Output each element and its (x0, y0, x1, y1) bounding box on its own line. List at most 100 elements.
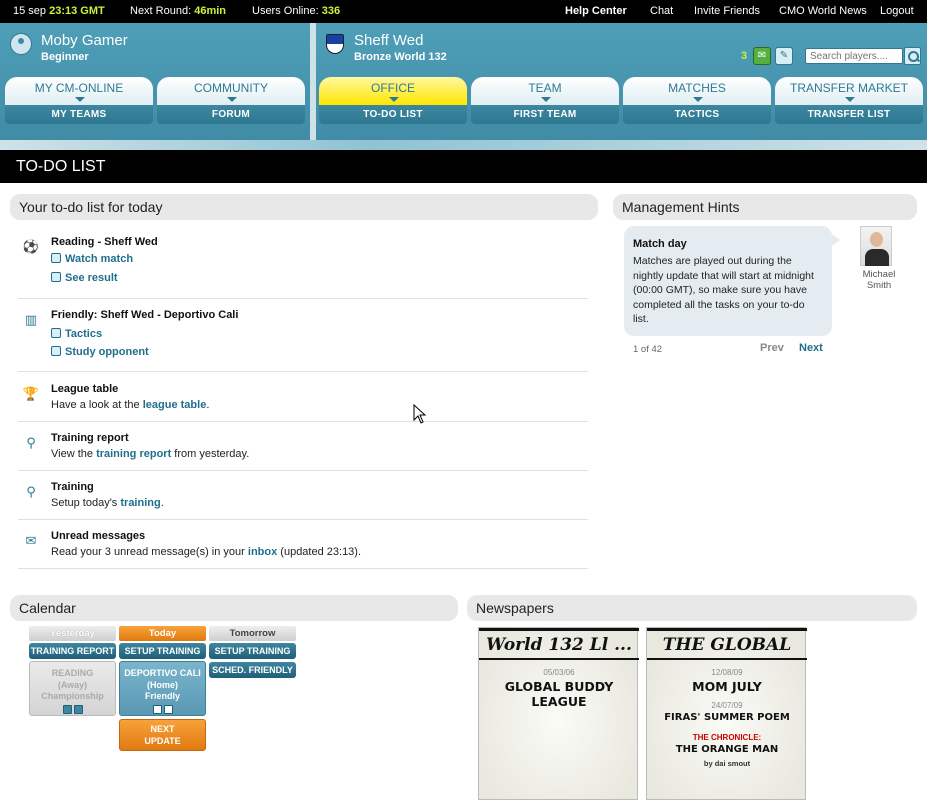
hint-body: Matches are played out during the nightl… (633, 255, 814, 325)
invite-friends-link[interactable]: Invite Friends (694, 5, 760, 17)
hint-pager: 1 of 42 (633, 344, 663, 355)
nav-tab-office[interactable]: OFFICE TO-DO LIST (319, 77, 467, 124)
newspaper-byline: by dai smout (703, 759, 751, 768)
cal-yesterday-match[interactable]: READING (Away) Championship (29, 661, 116, 716)
nav-tab-matches[interactable]: MATCHES TACTICS (623, 77, 771, 124)
calendar-heading: Calendar (10, 595, 458, 621)
result-icon (51, 272, 61, 282)
watch-match-link[interactable]: Watch match (51, 253, 133, 265)
todo-item-desc: Setup today's training. (51, 497, 164, 509)
newspaper-section: THE CHRONICLE: (692, 733, 762, 742)
training-report-link[interactable]: training report (96, 448, 171, 460)
newspaper-world132[interactable]: World 132 Ll ... 05/03/06 GLOBAL BUDDY L… (478, 627, 639, 800)
schedule-friendly-button[interactable]: SCHED. FRIENDLY (209, 662, 296, 678)
result-icon[interactable] (73, 704, 83, 714)
nav-subtab-transfer-list[interactable]: TRANSFER LIST (775, 105, 923, 124)
server-datetime: 15 sep 23:13 GMT (13, 5, 105, 17)
see-result-link[interactable]: See result (51, 272, 118, 284)
nav-tab-label[interactable]: TEAM (471, 77, 619, 105)
tv-icon (51, 253, 61, 263)
inbox-link[interactable]: inbox (248, 546, 277, 558)
training-icon: ⚲ (26, 484, 36, 499)
opponent-icon[interactable] (163, 704, 173, 714)
nav-tab-transfer-market[interactable]: TRANSFER MARKET TRANSFER LIST (775, 77, 923, 124)
mouse-cursor-icon (413, 404, 427, 424)
next-round: Next Round: 46min (130, 5, 227, 17)
opponent-icon (51, 346, 61, 356)
todo-item-desc: Read your 3 unread message(s) in your in… (51, 546, 362, 558)
cal-today-match[interactable]: DEPORTIVO CALI (Home) Friendly (119, 661, 206, 716)
nav-tab-my-cm-online[interactable]: MY CM-ONLINE MY TEAMS (5, 77, 153, 124)
user-rank: Beginner (41, 51, 89, 63)
cal-match-competition: Friendly (144, 691, 180, 701)
user-name[interactable]: Moby Gamer (41, 32, 128, 49)
club-shield-icon[interactable] (326, 34, 344, 54)
training-report-button[interactable]: TRAINING REPORT (29, 643, 116, 659)
nav-tab-community[interactable]: COMMUNITY FORUM (157, 77, 305, 124)
user-avatar-icon[interactable] (10, 33, 32, 55)
nav-subtab-tactics[interactable]: TACTICS (623, 105, 771, 124)
logout-link[interactable]: Logout (880, 5, 914, 17)
league-table-link[interactable]: league table (143, 399, 207, 411)
hints-heading: Management Hints (613, 194, 917, 220)
newspaper-masthead: THE GLOBAL (647, 628, 807, 660)
newspaper-headline: FIRAS' SUMMER POEM (664, 712, 790, 723)
setup-training-tomorrow-button[interactable]: SETUP TRAINING (209, 643, 296, 659)
search-players-input[interactable] (805, 48, 903, 64)
todo-item-unread-messages: ✉ Unread messages Read your 3 unread mes… (18, 530, 588, 569)
todo-item-title: League table (51, 383, 119, 395)
nav-tab-label[interactable]: MY CM-ONLINE (5, 77, 153, 105)
training-icon: ⚲ (26, 435, 36, 450)
top-status-bar: 15 sep 23:13 GMT Next Round: 46min Users… (0, 0, 927, 23)
hint-prev-button[interactable]: Prev (760, 342, 784, 354)
nav-tab-label[interactable]: MATCHES (623, 77, 771, 105)
cmo-world-news-link[interactable]: CMO World News (779, 5, 867, 17)
notes-icon[interactable]: ✎ (775, 47, 793, 65)
nav-tab-team[interactable]: TEAM FIRST TEAM (471, 77, 619, 124)
nav-tab-label[interactable]: TRANSFER MARKET (775, 77, 923, 105)
next-update-box: NEXT UPDATE (119, 719, 206, 751)
nav-subtab-to-do-list[interactable]: TO-DO LIST (319, 105, 467, 124)
help-center-link[interactable]: Help Center (565, 5, 627, 17)
page-title: TO-DO LIST (0, 150, 927, 183)
hint-title: Match day (633, 238, 687, 250)
todo-item-training: ⚲ Training Setup today's training. (18, 481, 588, 520)
hint-next-button[interactable]: Next (799, 342, 823, 354)
cal-col-tomorrow: Tomorrow (209, 626, 296, 641)
cal-match-opponent: DEPORTIVO CALI (124, 668, 201, 678)
nav-subtab-forum[interactable]: FORUM (157, 105, 305, 124)
newspaper-date: 05/03/06 (543, 668, 575, 677)
nav-tab-label[interactable]: OFFICE (319, 77, 467, 105)
hint-bubble: Match day Matches are played out during … (624, 226, 840, 336)
mail-icon[interactable]: ✉ (753, 47, 771, 65)
club-name[interactable]: Sheff Wed (354, 32, 424, 49)
newspaper-date: 24/07/09 (711, 701, 743, 710)
next-update-line1: NEXT (150, 724, 175, 734)
study-opponent-link[interactable]: Study opponent (51, 346, 149, 358)
training-link[interactable]: training (120, 497, 160, 509)
next-update-line2: UPDATE (144, 735, 181, 746)
nav-subtab-first-team[interactable]: FIRST TEAM (471, 105, 619, 124)
todo-heading: Your to-do list for today (10, 194, 598, 220)
todo-item-desc: View the training report from yesterday. (51, 448, 250, 460)
todo-item-friendly: ▥ Friendly: Sheff Wed - Deportivo Cali T… (18, 309, 588, 372)
chat-link[interactable]: Chat (650, 5, 673, 17)
nav-subtab-my-teams[interactable]: MY TEAMS (5, 105, 153, 124)
search-icon[interactable] (904, 47, 921, 65)
tv-icon[interactable] (62, 704, 72, 714)
newspaper-the-global[interactable]: THE GLOBAL 12/08/09 MOM JULY 24/07/09 FI… (646, 627, 807, 800)
todo-item-league-table: 🏆 League table Have a look at the league… (18, 383, 588, 422)
envelope-icon: ✉ (25, 533, 37, 548)
club-league[interactable]: Bronze World 132 (354, 51, 447, 63)
cal-match-opponent: READING (51, 668, 94, 678)
newspaper-masthead: World 132 Ll ... (479, 628, 639, 660)
trophy-icon: 🏆 (22, 386, 40, 401)
tactics-link[interactable]: Tactics (51, 328, 102, 340)
setup-training-today-button[interactable]: SETUP TRAINING (119, 643, 206, 659)
cal-match-venue: (Home) (147, 679, 178, 690)
todo-item-title: Reading - Sheff Wed (51, 236, 158, 248)
nav-tab-label[interactable]: COMMUNITY (157, 77, 305, 105)
tactics-icon[interactable] (152, 704, 162, 714)
newspaper-headline: MOM JULY (692, 679, 762, 694)
cal-col-yesterday: Yesterday (29, 626, 116, 641)
